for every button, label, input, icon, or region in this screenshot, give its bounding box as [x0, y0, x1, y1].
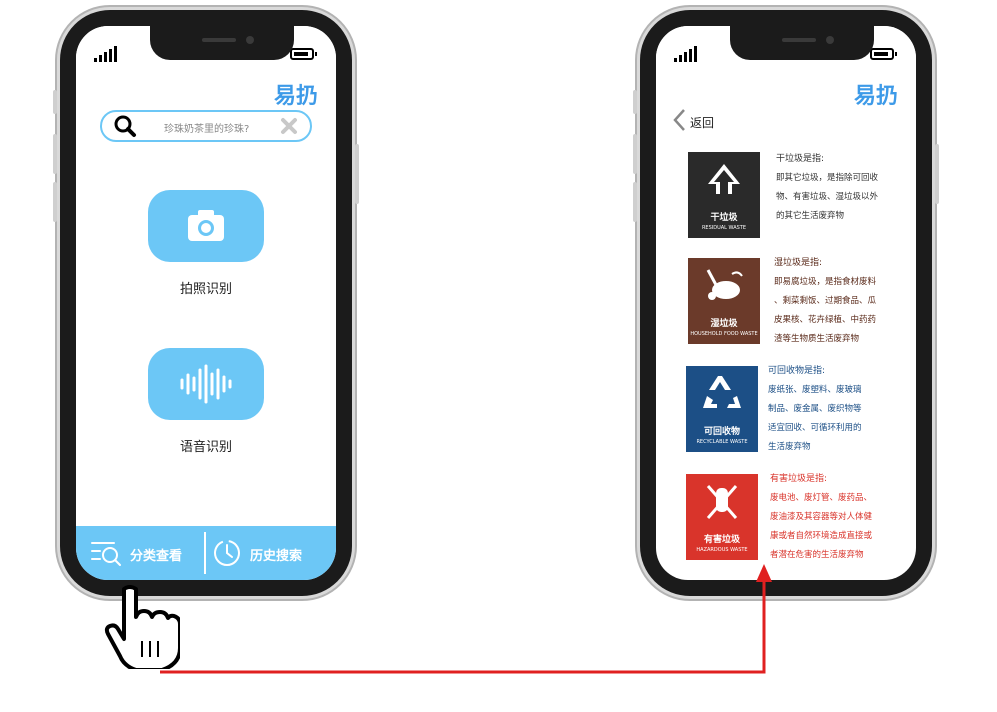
tap-hand-icon — [104, 585, 180, 669]
arrow-head-icon — [756, 564, 772, 582]
